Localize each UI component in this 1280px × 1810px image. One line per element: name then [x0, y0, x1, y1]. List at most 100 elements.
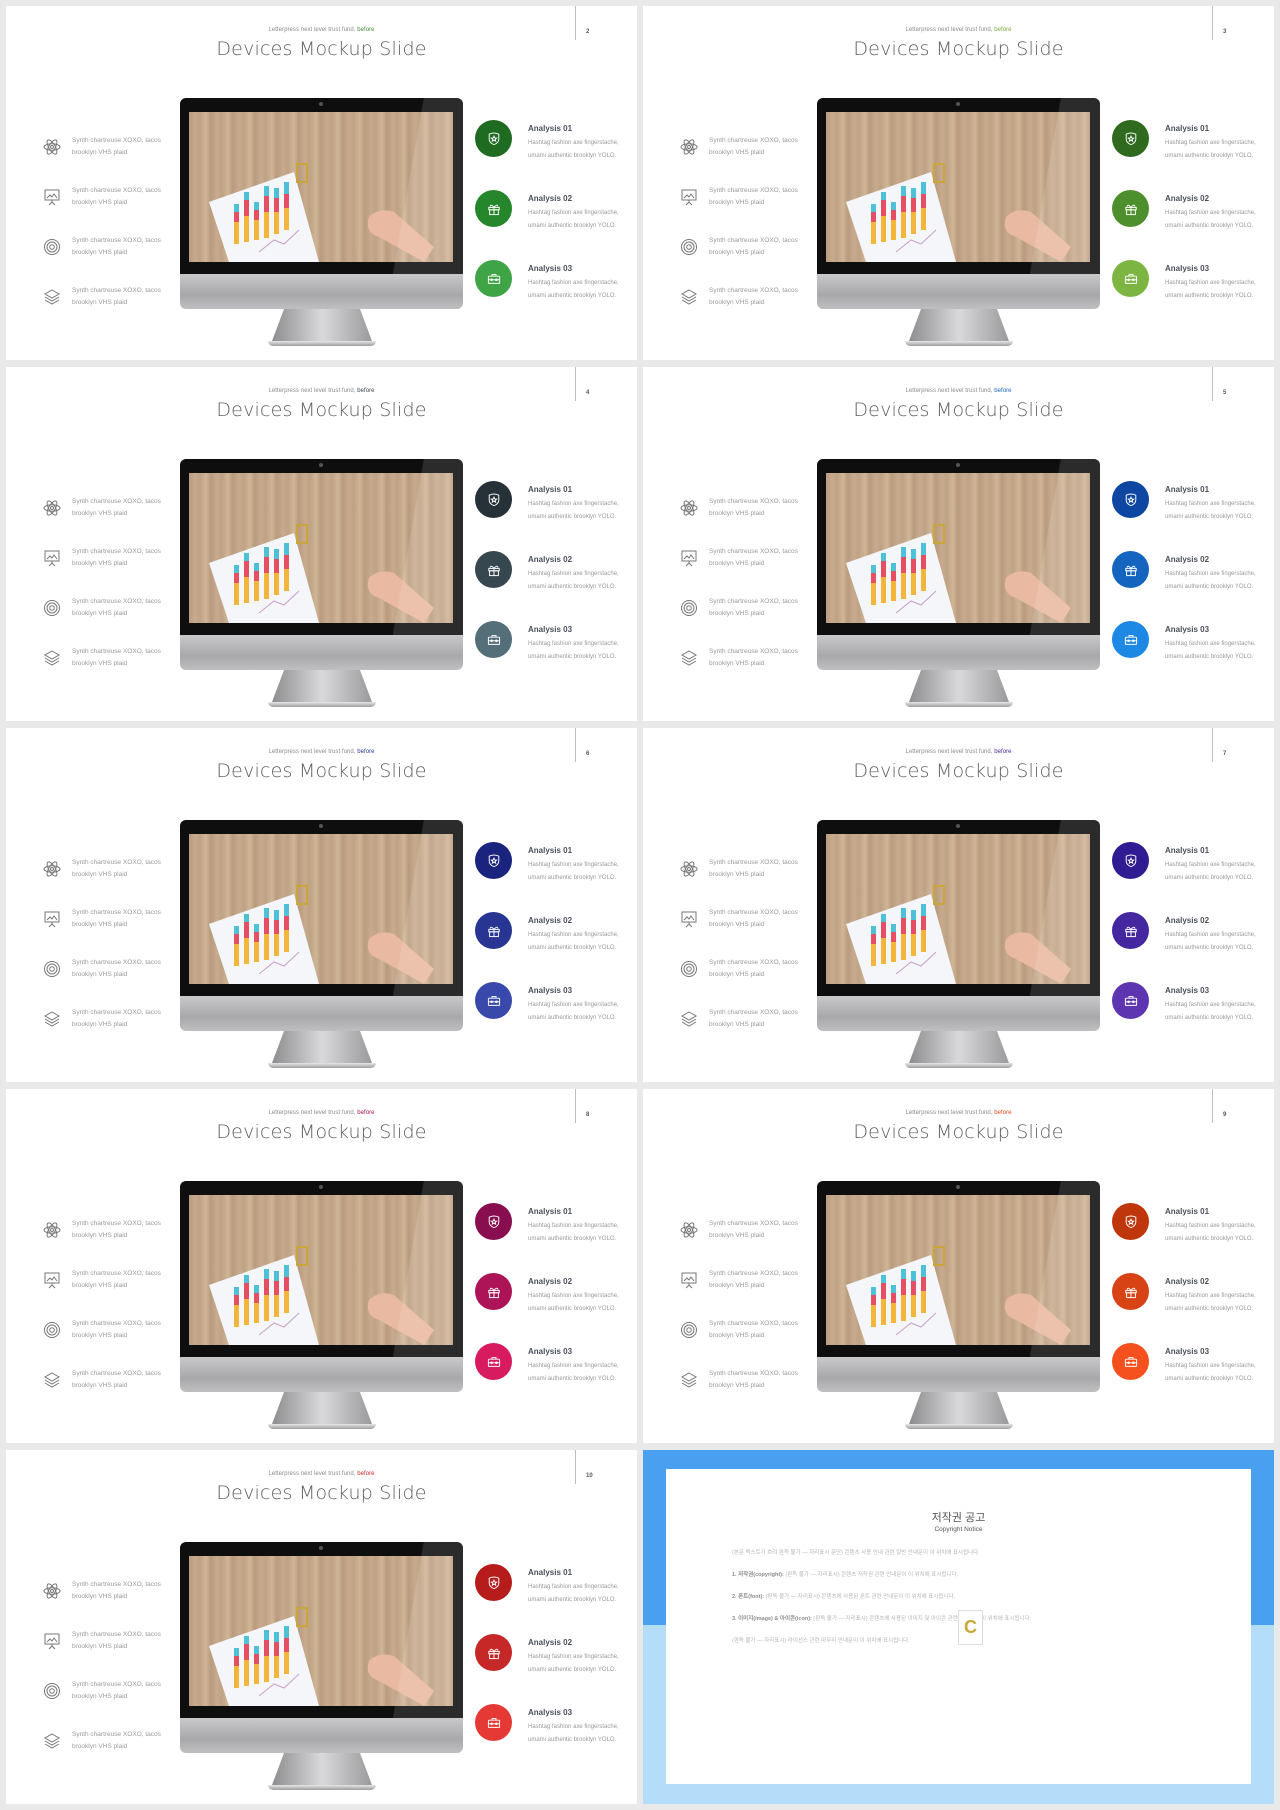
webcam-icon: [319, 463, 323, 467]
analysis-item: Analysis 02 Hashtag fashion axe fingersta…: [1112, 908, 1262, 978]
feature-text: Synth chartreuse XOXO, tacos brooklyn VH…: [709, 1270, 798, 1289]
feature-text: Synth chartreuse XOXO, tacos brooklyn VH…: [72, 137, 161, 156]
slide-title: Devices Mockup Slide: [216, 38, 427, 60]
monitor-bezel: [180, 820, 463, 996]
analysis-title: Analysis 02: [1165, 555, 1210, 564]
subtitle-text: Letterpress next level trust fund,: [905, 27, 995, 33]
feature-text: Synth chartreuse XOXO, tacos brooklyn VH…: [709, 548, 798, 567]
slide-thumbnail-6[interactable]: Letterpress next level trust fund, befor…: [6, 728, 637, 1082]
monitor-screen-image: [826, 473, 1090, 623]
page-divider: [1212, 1089, 1213, 1123]
slide-subtitle: Letterpress next level trust fund, befor…: [6, 1471, 637, 1477]
slide-subtitle: Letterpress next level trust fund, befor…: [6, 1110, 637, 1116]
analysis-description: Hashtag fashion axe fingerstache, umami …: [528, 1293, 619, 1312]
feature-item: Synth chartreuse XOXO, tacos brooklyn VH…: [42, 1566, 162, 1616]
feature-item: Synth chartreuse XOXO, tacos brooklyn VH…: [679, 122, 799, 172]
page-number: 9: [1223, 1112, 1227, 1118]
layers-icon: [42, 648, 62, 668]
monitor-screen-image: [189, 834, 453, 984]
analysis-list: Analysis 01 Hashtag fashion axe fingersta…: [475, 1199, 625, 1409]
analysis-description: Hashtag fashion axe fingerstache, umami …: [1165, 1002, 1256, 1021]
monitor-screen-image: [826, 834, 1090, 984]
analysis-description: Hashtag fashion axe fingerstache, umami …: [528, 501, 619, 520]
slide-thumbnail-9[interactable]: Letterpress next level trust fund, befor…: [643, 1089, 1274, 1443]
gift-icon: [475, 190, 512, 227]
shield-star-icon: [475, 481, 512, 518]
analysis-title: Analysis 02: [528, 555, 573, 564]
slide-thumbnail-4[interactable]: Letterpress next level trust fund, befor…: [6, 367, 637, 721]
feature-text: Synth chartreuse XOXO, tacos brooklyn VH…: [72, 1681, 161, 1700]
layers-icon: [679, 648, 699, 668]
webcam-icon: [956, 1185, 960, 1189]
gift-icon: [1112, 190, 1149, 227]
analysis-item: Analysis 01 Hashtag fashion axe fingersta…: [475, 116, 625, 186]
gift-icon: [1112, 1273, 1149, 1310]
analysis-list: Analysis 01 Hashtag fashion axe fingersta…: [475, 477, 625, 687]
feature-text: Synth chartreuse XOXO, tacos brooklyn VH…: [72, 1581, 161, 1600]
imac-mockup: [180, 820, 470, 1068]
slide-thumbnail-8[interactable]: Letterpress next level trust fund, befor…: [6, 1089, 637, 1443]
imac-mockup: [180, 459, 470, 707]
subtitle-highlight: before: [994, 1110, 1012, 1116]
paragraph-lead: 3. 이미지(image) & 아이콘(icon):: [732, 1616, 814, 1622]
analysis-list: Analysis 01 Hashtag fashion axe fingersta…: [475, 838, 625, 1048]
copyright-paragraph: 1. 저작권(copyright): (판독 불가 — 자리표시) 콘텐츠 저작…: [732, 1569, 1187, 1582]
shield-star-icon: [475, 120, 512, 157]
analysis-title: Analysis 01: [1165, 1207, 1210, 1216]
subtitle-highlight: before: [357, 388, 375, 394]
target-icon: [679, 598, 699, 618]
paragraph-lead: 1. 저작권(copyright):: [732, 1572, 786, 1578]
monitor-bezel: [817, 1181, 1100, 1357]
analysis-description: Hashtag fashion axe fingerstache, umami …: [528, 210, 619, 229]
slide-grid: Letterpress next level trust fund, befor…: [6, 6, 1274, 1804]
analysis-description: Hashtag fashion axe fingerstache, umami …: [1165, 280, 1256, 299]
analysis-list: Analysis 01 Hashtag fashion axe fingersta…: [1112, 477, 1262, 687]
slide-thumbnail-7[interactable]: Letterpress next level trust fund, befor…: [643, 728, 1274, 1082]
subtitle-text: Letterpress next level trust fund,: [905, 749, 995, 755]
slide-thumbnail-10[interactable]: Letterpress next level trust fund, befor…: [6, 1450, 637, 1804]
analysis-description: Hashtag fashion axe fingerstache, umami …: [1165, 501, 1256, 520]
feature-list: Synth chartreuse XOXO, tacos brooklyn VH…: [679, 122, 799, 322]
feature-item: Synth chartreuse XOXO, tacos brooklyn VH…: [42, 1355, 162, 1405]
analysis-description: Hashtag fashion axe fingerstache, umami …: [528, 862, 619, 881]
monitor-chin: [817, 1357, 1100, 1392]
slide-thumbnail-2[interactable]: Letterpress next level trust fund, befor…: [6, 6, 637, 360]
atom-icon: [679, 137, 699, 157]
slide-thumbnail-copyright[interactable]: 저작권 공고 Copyright Notice (본문 텍스트가 흐려 판독 불가 …: [643, 1450, 1274, 1804]
subtitle-highlight: before: [357, 1471, 375, 1477]
feature-text: Synth chartreuse XOXO, tacos brooklyn VH…: [709, 137, 798, 156]
page-number: 6: [586, 751, 590, 757]
analysis-title: Analysis 01: [1165, 124, 1210, 133]
page-divider: [575, 728, 576, 762]
slide-thumbnail-5[interactable]: Letterpress next level trust fund, befor…: [643, 367, 1274, 721]
analysis-title: Analysis 02: [528, 194, 573, 203]
monitor-base: [268, 702, 376, 707]
analysis-description: Hashtag fashion axe fingerstache, umami …: [1165, 140, 1256, 159]
analysis-item: Analysis 03 Hashtag fashion axe fingersta…: [475, 978, 625, 1048]
analysis-item: Analysis 03 Hashtag fashion axe fingersta…: [475, 256, 625, 326]
analysis-item: Analysis 01 Hashtag fashion axe fingersta…: [1112, 1199, 1262, 1269]
analysis-description: Hashtag fashion axe fingerstache, umami …: [1165, 641, 1256, 660]
analysis-item: Analysis 03 Hashtag fashion axe fingersta…: [1112, 1339, 1262, 1409]
analysis-description: Hashtag fashion axe fingerstache, umami …: [1165, 1363, 1256, 1382]
analysis-item: Analysis 01 Hashtag fashion axe fingersta…: [1112, 116, 1262, 186]
feature-item: Synth chartreuse XOXO, tacos brooklyn VH…: [42, 894, 162, 944]
feature-item: Synth chartreuse XOXO, tacos brooklyn VH…: [679, 483, 799, 533]
monitor-stand: [272, 670, 372, 702]
slide-title: Devices Mockup Slide: [216, 1482, 427, 1504]
slide-thumbnail-3[interactable]: Letterpress next level trust fund, befor…: [643, 6, 1274, 360]
analysis-title: Analysis 02: [1165, 1277, 1210, 1286]
analysis-list: Analysis 01 Hashtag fashion axe fingersta…: [1112, 838, 1262, 1048]
gift-icon: [475, 551, 512, 588]
copyright-subtitle: Copyright Notice: [934, 1526, 983, 1533]
feature-item: Synth chartreuse XOXO, tacos brooklyn VH…: [679, 583, 799, 633]
shield-star-icon: [475, 842, 512, 879]
analysis-description: Hashtag fashion axe fingerstache, umami …: [528, 280, 619, 299]
copyright-paragraph: 2. 폰트(font): (판독 불가 — 자리표시) 콘텐츠에 사용된 폰트 …: [732, 1591, 1187, 1604]
atom-icon: [42, 1581, 62, 1601]
feature-item: Synth chartreuse XOXO, tacos brooklyn VH…: [679, 1355, 799, 1405]
feature-list: Synth chartreuse XOXO, tacos brooklyn VH…: [679, 483, 799, 683]
analysis-description: Hashtag fashion axe fingerstache, umami …: [528, 1724, 619, 1743]
feature-item: Synth chartreuse XOXO, tacos brooklyn VH…: [679, 172, 799, 222]
analysis-item: Analysis 02 Hashtag fashion axe fingersta…: [1112, 547, 1262, 617]
